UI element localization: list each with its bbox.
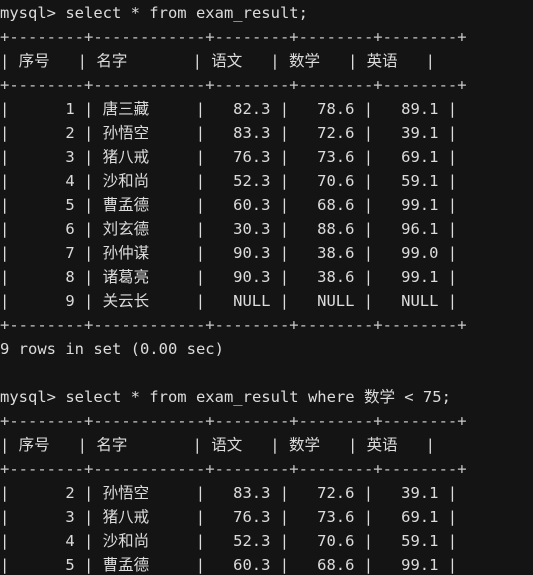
table-row: | 4 | 沙和尚 | 52.3 | 70.6 | 59.1 | bbox=[0, 172, 458, 190]
table-row: | 3 | 猪八戒 | 76.3 | 73.6 | 69.1 | bbox=[0, 508, 458, 526]
table-header-query-1: | 序号 | 名字 | 语文 | 数学 | 英语 | bbox=[0, 52, 435, 70]
table-rule-top-query-1: +--------+------------+--------+--------… bbox=[0, 28, 467, 46]
table-row: | 2 | 孙悟空 | 83.3 | 72.6 | 39.1 | bbox=[0, 124, 458, 142]
command-line-query-1: mysql> select * from exam_result; bbox=[0, 4, 308, 22]
table-row: | 1 | 唐三藏 | 82.3 | 78.6 | 89.1 | bbox=[0, 100, 458, 118]
result-status-query-1: 9 rows in set (0.00 sec) bbox=[0, 340, 224, 358]
terminal-screen: mysql> select * from exam_result; +-----… bbox=[0, 0, 533, 575]
table-rule-bottom-query-1: +--------+------------+--------+--------… bbox=[0, 316, 467, 334]
table-rule-header-query-2: +--------+------------+--------+--------… bbox=[0, 460, 467, 478]
table-rule-header-query-1: +--------+------------+--------+--------… bbox=[0, 76, 467, 94]
table-rule-top-query-2: +--------+------------+--------+--------… bbox=[0, 412, 467, 430]
mysql-terminal-window[interactable]: mysql> select * from exam_result; +-----… bbox=[0, 0, 533, 575]
command-line-query-2: mysql> select * from exam_result where 数… bbox=[0, 388, 451, 406]
table-row: | 9 | 关云长 | NULL | NULL | NULL | bbox=[0, 292, 458, 310]
table-header-query-2: | 序号 | 名字 | 语文 | 数学 | 英语 | bbox=[0, 436, 435, 454]
table-row: | 5 | 曹孟德 | 60.3 | 68.6 | 99.1 | bbox=[0, 556, 458, 574]
table-row: | 3 | 猪八戒 | 76.3 | 73.6 | 69.1 | bbox=[0, 148, 458, 166]
table-row: | 2 | 孙悟空 | 83.3 | 72.6 | 39.1 | bbox=[0, 484, 458, 502]
table-row: | 8 | 诸葛亮 | 90.3 | 38.6 | 99.1 | bbox=[0, 268, 458, 286]
table-row: | 5 | 曹孟德 | 60.3 | 68.6 | 99.1 | bbox=[0, 196, 458, 214]
table-row: | 4 | 沙和尚 | 52.3 | 70.6 | 59.1 | bbox=[0, 532, 458, 550]
table-row: | 7 | 孙仲谋 | 90.3 | 38.6 | 99.0 | bbox=[0, 244, 458, 262]
table-row: | 6 | 刘玄德 | 30.3 | 88.6 | 96.1 | bbox=[0, 220, 458, 238]
